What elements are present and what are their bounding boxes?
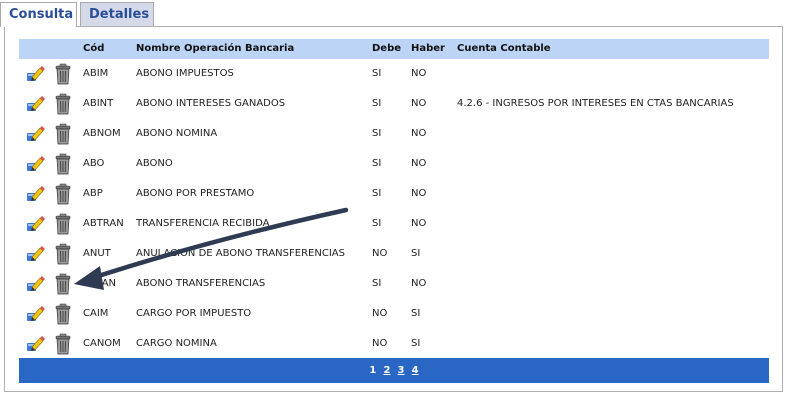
cell-debe: NO [372, 338, 388, 349]
cell-haber: NO [411, 68, 427, 79]
cell-cod: CAIM [83, 308, 109, 319]
table-row: ABNOM ABONO NOMINA SI NO [19, 119, 769, 149]
cell-haber: NO [411, 188, 427, 199]
cell-nombre: TRANSFERENCIA RECIBIDA [136, 218, 270, 229]
cell-cod: CANOM [83, 338, 121, 349]
edit-icon[interactable] [25, 64, 45, 84]
cell-debe: SI [372, 278, 382, 289]
cell-debe: SI [372, 98, 382, 109]
edit-icon[interactable] [25, 94, 45, 114]
trash-icon[interactable] [54, 273, 72, 295]
cell-nombre: ABONO [136, 158, 173, 169]
cell-nombre: ABONO POR PRESTAMO [136, 188, 255, 199]
page-link[interactable]: 1 [369, 358, 376, 383]
trash-icon[interactable] [54, 303, 72, 325]
cell-haber: NO [411, 98, 427, 109]
edit-icon[interactable] [25, 154, 45, 174]
table-row: CANOM CARGO NOMINA NO SI [19, 329, 769, 359]
cell-cod: ABTRAN [83, 218, 124, 229]
cell-nombre: ABONO TRANSFERENCIAS [136, 278, 266, 289]
header-cod[interactable]: Cód [83, 39, 104, 59]
cell-nombre: ABONO IMPUESTOS [136, 68, 234, 79]
header-debe[interactable]: Debe [372, 39, 401, 59]
header-haber[interactable]: Haber [411, 39, 445, 59]
cell-debe: SI [372, 68, 382, 79]
cell-cod: ABINT [83, 98, 114, 109]
cell-haber: NO [411, 128, 427, 139]
cell-haber: NO [411, 158, 427, 169]
cell-debe: SI [372, 188, 382, 199]
cell-nombre: ABONO INTERESES GANADOS [136, 98, 286, 109]
table-row: CAIM CARGO POR IMPUESTO NO SI [19, 299, 769, 329]
header-nombre[interactable]: Nombre Operación Bancaria [136, 39, 294, 59]
cell-cod: ABO [83, 158, 105, 169]
cell-haber: NO [411, 278, 427, 289]
table-row: ABIM ABONO IMPUESTOS SI NO [19, 59, 769, 89]
cell-cod: ATRAN [83, 278, 117, 289]
page-link[interactable]: 3 [398, 358, 405, 383]
cell-cod: ABNOM [83, 128, 121, 139]
table-row: ATRAN ABONO TRANSFERENCIAS SI NO [19, 269, 769, 299]
table-header: Cód Nombre Operación Bancaria Debe Haber… [19, 39, 769, 59]
cell-haber: NO [411, 218, 427, 229]
table-row: ABTRAN TRANSFERENCIA RECIBIDA SI NO [19, 209, 769, 239]
edit-icon[interactable] [25, 274, 45, 294]
table-row: ABO ABONO SI NO [19, 149, 769, 179]
cell-nombre: CARGO NOMINA [136, 338, 217, 349]
trash-icon[interactable] [54, 153, 72, 175]
header-cuenta[interactable]: Cuenta Contable [457, 39, 551, 59]
cell-debe: NO [372, 308, 388, 319]
trash-icon[interactable] [54, 183, 72, 205]
trash-icon[interactable] [54, 243, 72, 265]
edit-icon[interactable] [25, 334, 45, 354]
edit-icon[interactable] [25, 304, 45, 324]
edit-icon[interactable] [25, 214, 45, 234]
trash-icon[interactable] [54, 213, 72, 235]
cell-cod: ANUT [83, 248, 111, 259]
cell-cuenta: 4.2.6 - INGRESOS POR INTERESES EN CTAS B… [457, 98, 734, 109]
edit-icon[interactable] [25, 244, 45, 264]
cell-debe: NO [372, 248, 388, 259]
cell-cod: ABIM [83, 68, 109, 79]
cell-haber: SI [411, 248, 421, 259]
trash-icon[interactable] [54, 93, 72, 115]
table-row: ANUT ANULACION DE ABONO TRANSFERENCIAS NO S… [19, 239, 769, 269]
edit-icon[interactable] [25, 124, 45, 144]
cell-nombre: CARGO POR IMPUESTO [136, 308, 252, 319]
tab-bar: Consulta Detalles [0, 0, 786, 27]
page-link[interactable]: 2 [383, 358, 390, 383]
trash-icon[interactable] [54, 63, 72, 85]
cell-nombre: ABONO NOMINA [136, 128, 218, 139]
cell-cod: ABP [83, 188, 103, 199]
page-link[interactable]: 4 [412, 358, 419, 383]
cell-nombre: ANULACION DE ABONO TRANSFERENCIAS [136, 248, 345, 259]
tab-consulta[interactable]: Consulta [0, 2, 77, 27]
edit-icon[interactable] [25, 184, 45, 204]
trash-icon[interactable] [54, 123, 72, 145]
cell-haber: SI [411, 338, 421, 349]
cell-debe: SI [372, 128, 382, 139]
trash-icon[interactable] [54, 333, 72, 355]
table-row: ABINT ABONO INTERESES GANADOS SI NO 4.2.6 - … [19, 89, 769, 119]
cell-debe: SI [372, 218, 382, 229]
cell-haber: SI [411, 308, 421, 319]
consulta-panel: Cód Nombre Operación Bancaria Debe Haber… [4, 26, 783, 392]
tab-detalles[interactable]: Detalles [80, 2, 154, 26]
pagination: 1 2 3 4 [19, 358, 769, 383]
table-row: ABP ABONO POR PRESTAMO SI NO [19, 179, 769, 209]
cell-debe: SI [372, 158, 382, 169]
